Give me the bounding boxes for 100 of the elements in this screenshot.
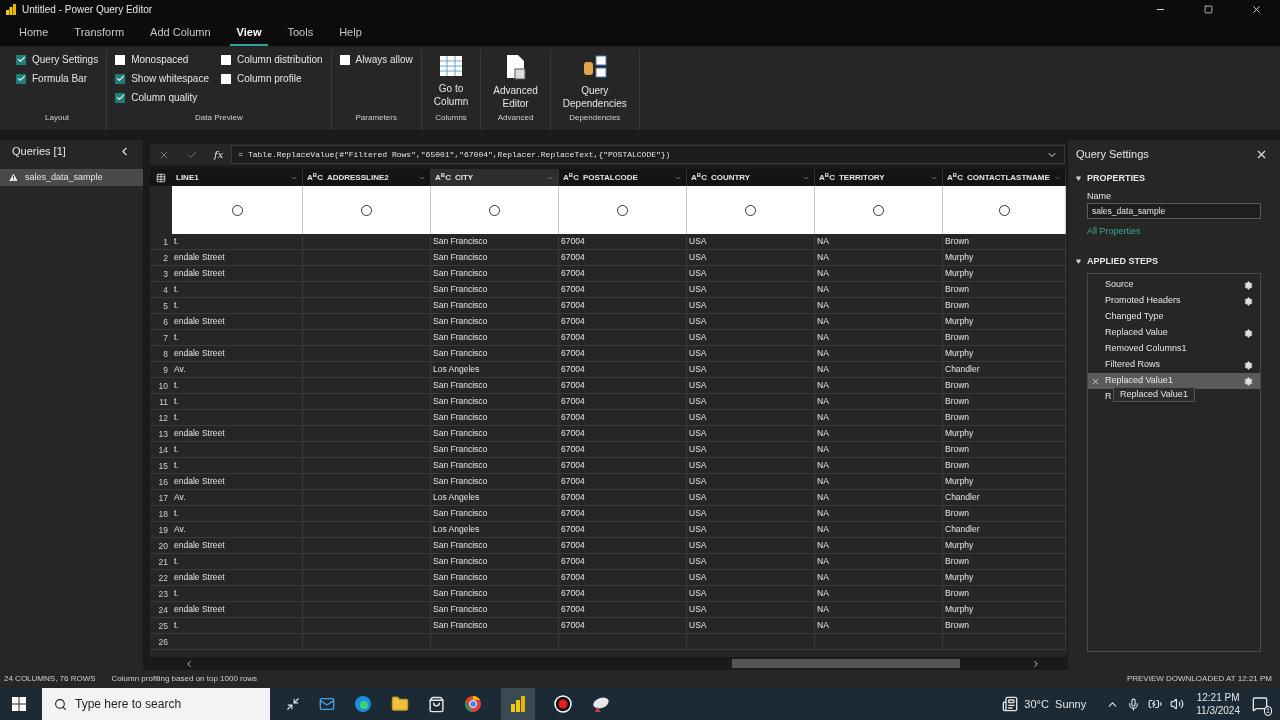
scroll-right-icon[interactable]: [1031, 658, 1041, 669]
table-cell: NA: [817, 475, 829, 488]
checkbox[interactable]: [115, 92, 126, 103]
type-mark[interactable]: A$^{B}$C: [563, 173, 579, 182]
table-cell: USA: [689, 283, 707, 296]
settings-icon[interactable]: [1244, 296, 1253, 306]
clock[interactable]: 12:21 PM 11/3/2024: [1196, 691, 1240, 717]
table-cell: NA: [817, 331, 829, 344]
type-mark[interactable]: A$^{B}$C: [691, 173, 707, 182]
table-cell: t.: [174, 587, 179, 600]
taskbar-search-field[interactable]: Type here to search: [42, 688, 270, 720]
group-label: Columns: [434, 112, 468, 124]
table-cell: USA: [689, 395, 707, 408]
checkbox[interactable]: [16, 54, 26, 65]
checkbox[interactable]: [115, 54, 126, 65]
store-icon[interactable]: [428, 695, 445, 713]
notifications-icon[interactable]: [1252, 696, 1268, 712]
table-cell: NA: [817, 523, 829, 536]
checkbox[interactable]: [115, 73, 126, 84]
name-field[interactable]: sales_data_sample: [1087, 203, 1261, 219]
table-cell: 67004: [561, 411, 585, 424]
ribbon-button[interactable]: Go to Column: [429, 50, 473, 108]
step-item[interactable]: Source: [1088, 277, 1260, 293]
table-cell: San Francisco: [433, 587, 488, 600]
ribbon-tab[interactable]: Transform: [67, 20, 132, 46]
table-cell: Murphy: [945, 603, 974, 616]
ribbon-tab[interactable]: Home: [12, 20, 56, 46]
table-cell: 67004: [561, 507, 585, 520]
row-number: 23: [157, 588, 169, 601]
all-properties-link[interactable]: All Properties: [1087, 225, 1272, 239]
type-mark[interactable]: A$^{B}$C: [307, 173, 323, 182]
table-cell: Brown: [945, 299, 970, 312]
ribbon-tab[interactable]: Help: [332, 20, 369, 46]
checkbox[interactable]: [221, 54, 231, 65]
table-cell: USA: [689, 427, 707, 440]
fx-button[interactable]: fx: [214, 147, 224, 162]
checkbox[interactable]: [339, 54, 350, 65]
table-cell: endale Street: [174, 475, 225, 488]
table-cell: NA: [817, 603, 829, 616]
record-icon[interactable]: [554, 695, 572, 713]
satellite-dish-icon[interactable]: [591, 695, 611, 713]
table-icon[interactable]: [156, 172, 166, 183]
step-item[interactable]: Promoted Headers: [1088, 293, 1260, 309]
settings-icon[interactable]: [1244, 376, 1253, 386]
ribbon-tab[interactable]: Tools: [280, 20, 321, 46]
table-cell: Los Angeles: [433, 523, 480, 536]
step-item[interactable]: Replaced Value1: [1088, 373, 1260, 389]
ribbon-tab[interactable]: Add Column: [143, 20, 218, 46]
query-item[interactable]: sales_data_sample: [0, 169, 143, 186]
row-number: 24: [157, 604, 169, 617]
delete-icon[interactable]: [1091, 376, 1100, 386]
mail-icon[interactable]: [319, 696, 335, 712]
table-cell: NA: [817, 235, 829, 248]
restore-icon[interactable]: [1204, 4, 1213, 14]
news-icon[interactable]: [1002, 696, 1019, 712]
expand-triangle-icon[interactable]: [1076, 258, 1081, 264]
type-mark[interactable]: A$^{B}$C: [819, 173, 835, 182]
start-icon[interactable]: [12, 697, 26, 711]
formula-field[interactable]: = Table.ReplaceValue(#"Filtered Rows","65001","67004",Replacer.ReplaceText,{"POSTALCODE"}): [231, 145, 1065, 164]
battery-icon[interactable]: [1148, 697, 1163, 711]
ribbon-button[interactable]: Advanced Editor: [489, 50, 542, 110]
step-item[interactable]: Replaced Value: [1088, 325, 1260, 341]
table-cell: USA: [689, 299, 707, 312]
scrollbar-thumb[interactable]: [732, 659, 960, 668]
step-item[interactable]: Filtered Rows: [1088, 357, 1260, 373]
table-cell: USA: [689, 235, 707, 248]
table-cell: Brown: [945, 507, 970, 520]
ribbon-button[interactable]: Query Dependencies: [558, 50, 631, 110]
task-view-icon[interactable]: [286, 697, 300, 711]
table-cell: USA: [689, 363, 707, 376]
type-mark[interactable]: A$^{B}$C: [947, 173, 963, 182]
settings-icon[interactable]: [1244, 360, 1253, 370]
type-mark[interactable]: A$^{B}$C: [435, 173, 451, 182]
powerbi-taskbar-icon[interactable]: [501, 688, 535, 720]
settings-icon[interactable]: [1244, 328, 1253, 338]
weather-text[interactable]: 30°C Sunny: [1024, 695, 1087, 713]
column-header[interactable]: A$^{B}$C CITY: [431, 169, 559, 186]
speaker-icon[interactable]: [1170, 697, 1185, 711]
chrome-icon[interactable]: [464, 695, 482, 713]
table-cell: Brown: [945, 619, 970, 632]
expand-triangle-icon[interactable]: [1076, 176, 1081, 182]
browser-icon[interactable]: [354, 695, 372, 713]
table-cell: Av.: [174, 523, 186, 536]
row-number: 20: [157, 540, 169, 553]
table-cell: endale Street: [174, 315, 225, 328]
table-cell: USA: [689, 491, 707, 504]
settings-icon[interactable]: [1244, 280, 1253, 290]
search-icon: [54, 697, 67, 711]
scroll-left-icon[interactable]: [184, 658, 194, 669]
table-cell: t.: [174, 555, 179, 568]
close-icon[interactable]: [1251, 3, 1262, 15]
step-item[interactable]: Changed Type: [1088, 309, 1260, 325]
checkbox-label: Show whitespace: [131, 72, 209, 86]
table-cell: NA: [817, 555, 829, 568]
table-cell: USA: [689, 523, 707, 536]
folder-icon[interactable]: [391, 695, 409, 713]
checkbox[interactable]: [221, 73, 231, 84]
checkbox[interactable]: [16, 73, 26, 84]
microphone-icon[interactable]: [1127, 697, 1141, 711]
step-item[interactable]: Removed Columns1: [1088, 341, 1260, 357]
